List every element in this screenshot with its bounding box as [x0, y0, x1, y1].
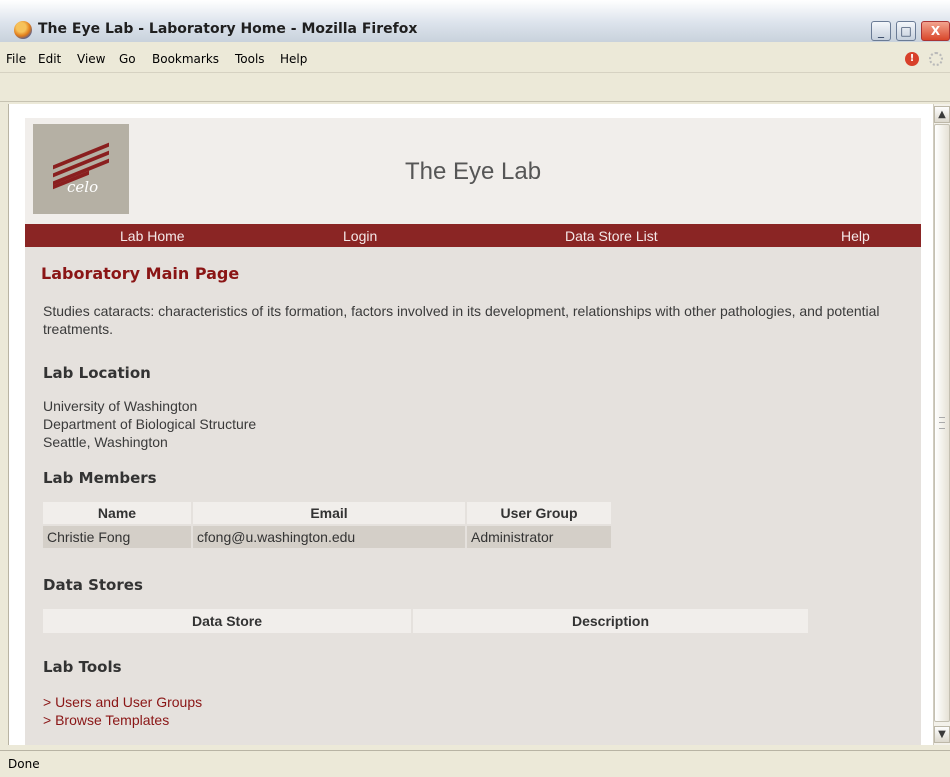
menu-edit[interactable]: Edit [38, 52, 61, 66]
firefox-icon [14, 21, 32, 39]
browser-window: The Eye Lab - Laboratory Home - Mozilla … [0, 0, 950, 777]
data-stores-table: Data Store Description [41, 607, 810, 635]
column-header-email: Email [193, 502, 465, 524]
menu-file[interactable]: File [6, 52, 26, 66]
stop-icon[interactable]: ! [905, 52, 919, 66]
status-text: Done [8, 757, 40, 771]
address-line: Department of Biological Structure [43, 416, 257, 432]
member-name: Christie Fong [43, 526, 191, 548]
page: celo The Eye Lab Lab Home Login Data Sto… [25, 118, 921, 745]
content-viewport: celo The Eye Lab Lab Home Login Data Sto… [8, 104, 933, 745]
grip-icon [939, 417, 945, 429]
scroll-up-icon[interactable]: ▲ [934, 106, 950, 123]
nav-lab-home[interactable]: Lab Home [120, 228, 185, 244]
close-button[interactable]: X [921, 21, 950, 41]
column-header-data-store: Data Store [43, 609, 411, 633]
scroll-down-icon[interactable]: ▼ [934, 726, 950, 743]
users-and-user-groups-link[interactable]: > Users and User Groups [43, 694, 202, 710]
column-header-description: Description [413, 609, 808, 633]
main-nav: Lab Home Login Data Store List Help [25, 224, 921, 247]
site-banner: celo The Eye Lab [25, 118, 921, 224]
menu-tools[interactable]: Tools [235, 52, 265, 66]
member-email: cfong@u.washington.edu [193, 526, 465, 548]
menu-help[interactable]: Help [280, 52, 307, 66]
maximize-button[interactable]: □ [896, 21, 916, 41]
minimize-button[interactable]: _ [871, 21, 891, 41]
lab-tools-heading: Lab Tools [43, 658, 122, 676]
member-user-group: Administrator [467, 526, 611, 548]
menu-bookmarks[interactable]: Bookmarks [152, 52, 219, 66]
address-line: University of Washington [43, 398, 198, 414]
menu-bar: File Edit View Go Bookmarks Tools Help ! [0, 46, 950, 72]
site-title: The Eye Lab [404, 158, 542, 185]
nav-help[interactable]: Help [841, 228, 870, 244]
lab-members-heading: Lab Members [43, 469, 157, 487]
scroll-thumb[interactable] [934, 124, 950, 722]
page-title: Laboratory Main Page [41, 264, 240, 283]
throbber-icon [929, 52, 943, 66]
nav-login[interactable]: Login [343, 228, 377, 244]
title-bar: The Eye Lab - Laboratory Home - Mozilla … [0, 0, 950, 42]
vertical-scrollbar[interactable]: ▲ ▼ [933, 104, 950, 745]
address-line: Seattle, Washington [43, 434, 168, 450]
lab-location-heading: Lab Location [43, 364, 151, 382]
table-header-row: Data Store Description [43, 609, 808, 633]
column-header-name: Name [43, 502, 191, 524]
lab-members-table: Name Email User Group Christie Fong cfon… [41, 500, 613, 550]
lab-description: Studies cataracts: characteristics of it… [43, 303, 880, 337]
data-stores-heading: Data Stores [43, 576, 143, 594]
menu-view[interactable]: View [77, 52, 105, 66]
window-title: The Eye Lab - Laboratory Home - Mozilla … [38, 21, 418, 37]
browse-templates-link[interactable]: > Browse Templates [43, 712, 169, 728]
status-bar: Done [0, 750, 950, 777]
table-header-row: Name Email User Group [43, 502, 611, 524]
nav-data-store-list[interactable]: Data Store List [565, 228, 658, 244]
menu-go[interactable]: Go [119, 52, 136, 66]
navigation-toolbar [0, 72, 950, 102]
column-header-user-group: User Group [467, 502, 611, 524]
lab-address: University of Washington Department of B… [43, 397, 256, 451]
table-row: Christie Fong cfong@u.washington.edu Adm… [43, 526, 611, 548]
